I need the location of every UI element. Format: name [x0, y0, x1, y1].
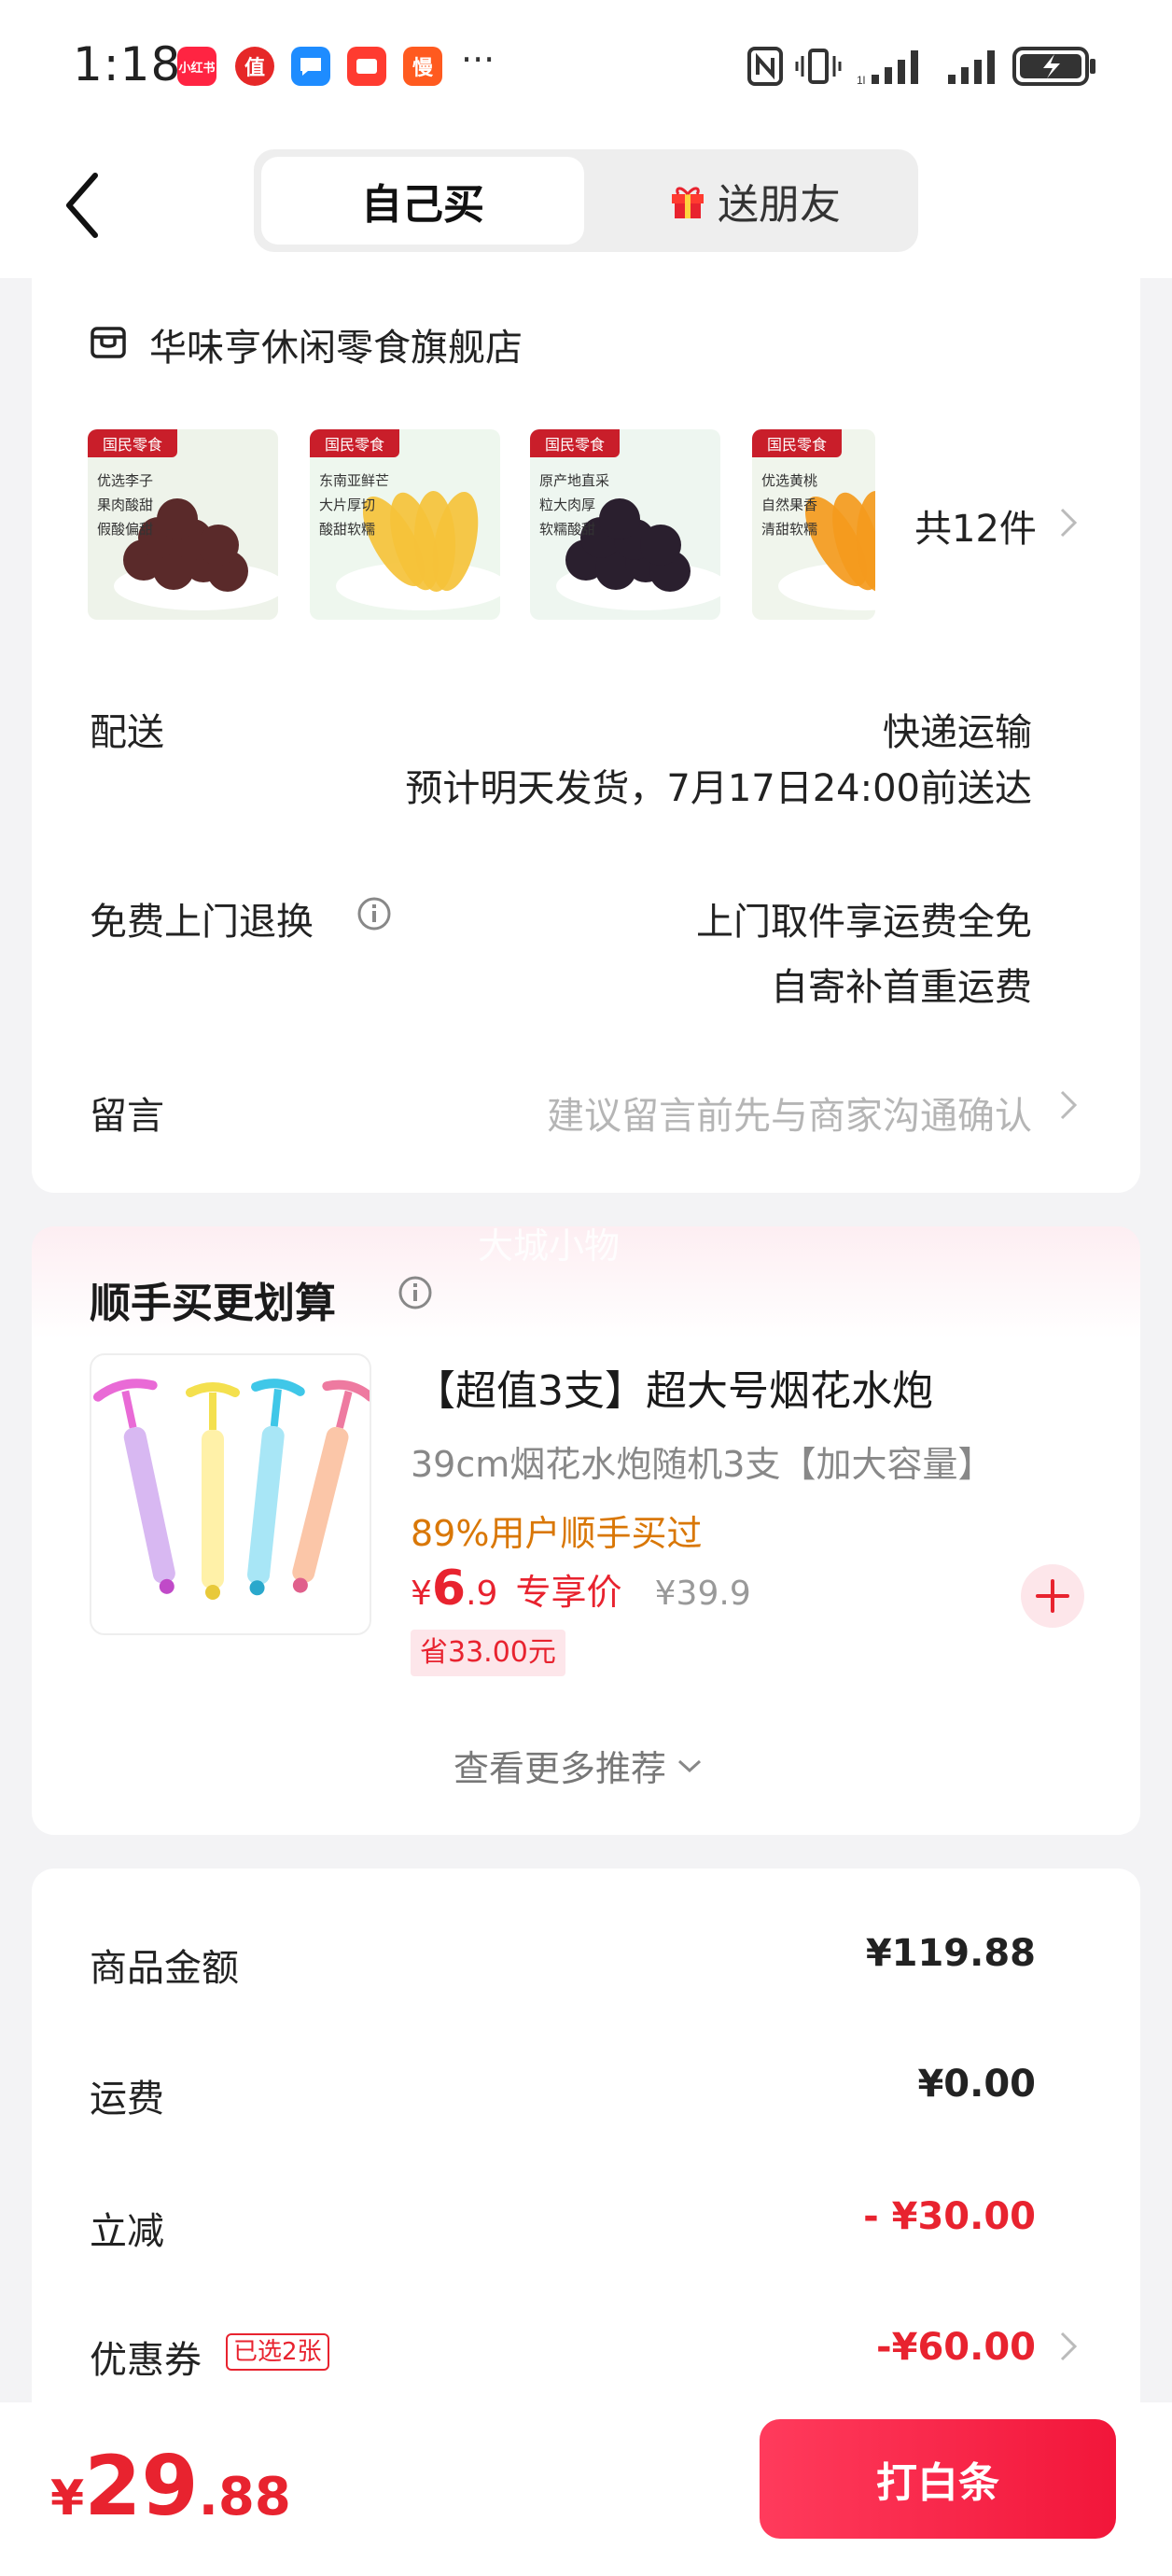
product-brand-tag: 国民零食 [310, 429, 399, 457]
addon-product-spec: 39cm烟花水炮随机3支【加大容量】 [411, 1444, 994, 1485]
add-addon-button[interactable] [1021, 1564, 1084, 1628]
total-currency: ¥ [50, 2471, 85, 2527]
xiaohongshu-app-icon: 小红书 [177, 47, 216, 86]
signal-icon-2 [948, 50, 995, 84]
chevron-down-icon [678, 1759, 702, 1772]
product-feature-line: 大片厚切 [319, 497, 376, 513]
coupon-selected-badge[interactable]: 已选2张 [226, 2333, 329, 2371]
gift-icon [672, 187, 704, 218]
delivery-eta: 预计明天发货，7月17日24:00前送达 [405, 767, 1032, 810]
addon-price: ¥6.9 专享价 ¥39.9 [411, 1561, 751, 1617]
product-feature-line: 原产地直采 [539, 472, 610, 489]
status-time: 1:18 [73, 37, 182, 91]
more-notifications: ··· [461, 39, 495, 80]
instant-discount-label: 立减 [90, 2210, 164, 2253]
chat-app-icon [291, 47, 330, 86]
product-feature-line: 假酸偏甜 [97, 521, 154, 538]
addon-price-label: 专享价 [515, 1572, 622, 1613]
product-brand-tag: 国民零食 [530, 429, 620, 457]
message-input[interactable]: 建议留言前先与商家沟通确认 [547, 1085, 1032, 1140]
addon-product-title[interactable]: 【超值3支】超大号烟花水炮 [414, 1357, 933, 1417]
product-feature-line: 酸甜软糯 [319, 521, 376, 538]
bottom-checkout-bar: ¥29.88 打白条 [0, 2402, 1172, 2576]
product-features: 优选黄桃自然果香清甜软糯 [761, 469, 817, 541]
tab-gift-friend[interactable]: 送朋友 [599, 157, 911, 245]
product-feature-line: 软糯酸甜 [539, 521, 596, 538]
coupon-value[interactable]: -¥60.00 [876, 2326, 1036, 2369]
man-app-icon: 慢 [403, 47, 442, 86]
addon-product-image[interactable] [90, 1353, 371, 1635]
total-price: ¥29.88 [50, 2438, 291, 2534]
total-dec: .88 [198, 2467, 291, 2527]
shipping-fee-value: ¥0.00 [917, 2063, 1036, 2106]
free-return-label: 免费上门退换 [90, 901, 314, 944]
free-return-line2: 自寄补首重运费 [771, 966, 1032, 1009]
chevron-right-icon[interactable] [1058, 506, 1079, 539]
product-brand-tag: 国民零食 [752, 429, 842, 457]
store-icon [91, 327, 126, 358]
product-feature-line: 粒大肉厚 [539, 497, 596, 513]
goods-amount-value: ¥119.88 [865, 1932, 1036, 1975]
chevron-right-icon[interactable] [1058, 1088, 1079, 1122]
see-more-label: 查看更多推荐 [453, 1748, 667, 1789]
nfc-icon [747, 47, 783, 86]
product-features: 东南亚鲜芒大片厚切酸甜软糯 [319, 469, 389, 541]
pay-button[interactable]: 打白条 [760, 2419, 1116, 2539]
signal-icon-1: 1l [857, 50, 918, 87]
tab-buy-self[interactable]: 自己买 [261, 157, 584, 245]
product-thumbnail[interactable]: 国民零食原产地直采粒大肉厚软糯酸甜 [530, 429, 720, 620]
items-count[interactable]: 共12件 [914, 498, 1037, 553]
instant-discount-value: - ¥30.00 [863, 2195, 1036, 2238]
product-feature-line: 果肉酸甜 [97, 497, 154, 513]
addon-saving-badge: 省33.00元 [411, 1630, 565, 1676]
product-thumbnail[interactable]: 国民零食优选黄桃自然果香清甜软糯 [752, 429, 875, 620]
product-feature-line: 优选李子 [97, 472, 154, 489]
plus-icon [1036, 1579, 1069, 1613]
back-arrow-icon[interactable] [58, 168, 114, 243]
product-feature-line: 优选黄桃 [761, 472, 818, 489]
vibrate-icon [795, 49, 842, 84]
addon-price-currency: ¥ [411, 1575, 432, 1613]
video-app-icon [347, 47, 386, 86]
product-thumbnail[interactable]: 国民零食优选李子果肉酸甜假酸偏甜 [88, 429, 278, 620]
chevron-right-icon[interactable] [1058, 2330, 1079, 2363]
product-thumbnail[interactable]: 国民零食东南亚鲜芒大片厚切酸甜软糯 [310, 429, 500, 620]
product-features: 优选李子果肉酸甜假酸偏甜 [97, 469, 153, 541]
product-brand-tag: 国民零食 [88, 429, 177, 457]
free-return-line1: 上门取件享运费全免 [696, 901, 1032, 944]
addon-price-dec: .9 [466, 1575, 498, 1613]
goods-amount-label: 商品金额 [90, 1947, 239, 1990]
total-int: 29 [84, 2438, 199, 2534]
addon-section-title: 顺手买更划算 [90, 1280, 336, 1327]
info-icon[interactable] [356, 896, 392, 931]
delivery-label: 配送 [90, 711, 164, 754]
product-feature-line: 清甜软糯 [761, 521, 818, 538]
addon-original-price: ¥39.9 [654, 1575, 751, 1613]
purchase-mode-switch: 自己买 送朋友 [254, 149, 918, 252]
status-bar: 1:18 小红书 值 慢 ··· 1l [0, 0, 1172, 140]
info-icon[interactable] [398, 1275, 433, 1310]
water-cannon-icon [92, 1379, 370, 1600]
shipping-fee-label: 运费 [90, 2078, 164, 2121]
see-more-recommendations[interactable]: 查看更多推荐 [453, 1740, 704, 1791]
store-name[interactable]: 华味亨休闲零食旗舰店 [149, 317, 523, 371]
product-feature-line: 自然果香 [761, 497, 818, 513]
tab-gift-label: 送朋友 [718, 181, 841, 229]
header: 自己买 送朋友 [0, 140, 1172, 278]
product-features: 原产地直采粒大肉厚软糯酸甜 [539, 469, 609, 541]
coupon-label: 优惠券 [90, 2339, 202, 2382]
svg-text:1l: 1l [857, 74, 865, 87]
watermark-text: 大城小物 [478, 1225, 621, 1267]
battery-charging-icon [1012, 47, 1095, 86]
addon-price-int: 6 [431, 1561, 467, 1617]
product-feature-line: 东南亚鲜芒 [319, 472, 390, 489]
addon-bought-ratio: 89%用户顺手买过 [411, 1513, 703, 1554]
delivery-method: 快递运输 [883, 711, 1032, 754]
message-label: 留言 [90, 1095, 164, 1138]
zhide-app-icon: 值 [235, 47, 274, 86]
